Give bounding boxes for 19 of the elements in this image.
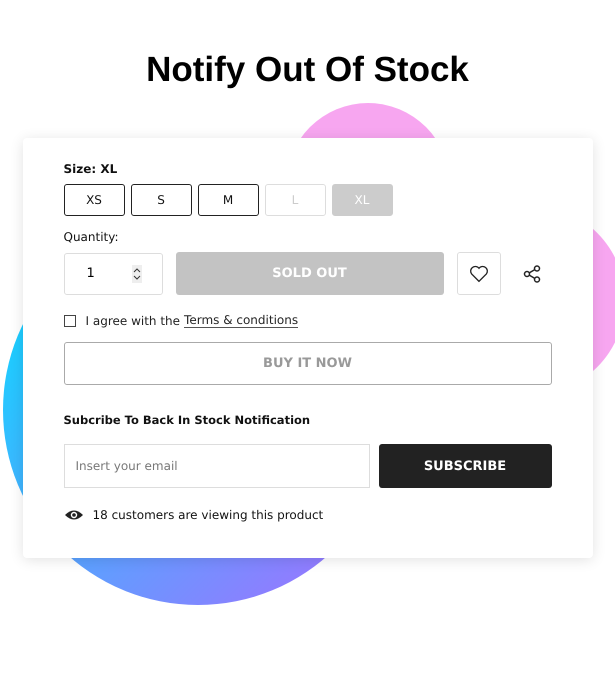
size-option[interactable]: M	[198, 184, 258, 216]
terms-checkbox[interactable]	[64, 314, 76, 326]
size-option[interactable]: S	[130, 184, 192, 216]
terms-text: I agree with the	[86, 314, 180, 328]
share-icon[interactable]	[522, 264, 540, 282]
page-title: Notify Out Of Stock	[146, 50, 469, 90]
viewers-text: 18 customers are viewing this product	[92, 508, 324, 522]
eye-icon	[64, 509, 84, 521]
quantity-label: Quantity:	[64, 230, 120, 244]
quantity-field[interactable]: 1	[64, 252, 162, 294]
subscribe-button[interactable]: SUBSCRIBE	[378, 444, 552, 488]
size-label: Size: XL	[64, 162, 118, 176]
terms-link[interactable]: Terms & conditions	[184, 313, 298, 328]
heart-icon	[468, 264, 488, 282]
subscribe-heading: Subcribe To Back In Stock Notification	[64, 413, 312, 427]
wishlist-button[interactable]	[456, 252, 500, 295]
size-option[interactable]: XS	[64, 184, 124, 216]
stepper-icon[interactable]	[132, 264, 142, 282]
email-field[interactable]: Insert your email	[64, 444, 370, 488]
